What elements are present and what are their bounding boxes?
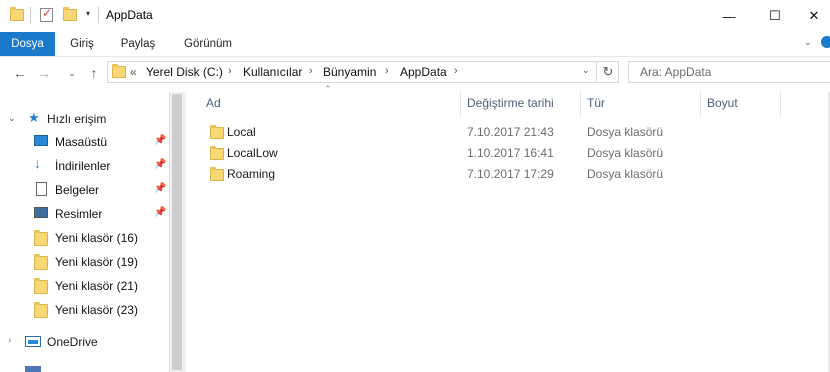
forward-button[interactable]: → [34,63,54,83]
table-row[interactable]: Local 7.10.2017 21:43 Dosya klasörü [200,121,720,142]
documents-icon [36,182,47,196]
up-button[interactable]: ↑ [84,63,104,83]
breadcrumb-users[interactable]: Kullanıcılar [243,65,302,79]
column-divider[interactable] [460,92,461,116]
file-type: Dosya klasörü [587,167,664,181]
nav-label: Masaüstü [55,135,108,149]
pictures-icon [34,207,48,218]
pin-icon[interactable]: 📌 [154,207,166,218]
nav-item-folder-16[interactable]: Yeni klasör (16) [0,226,170,250]
column-divider[interactable] [580,92,581,116]
folder-icon [34,230,48,246]
customize-qa-chevron-icon[interactable]: ▾ [86,9,90,18]
help-icon[interactable] [821,36,830,48]
file-modified: 1.10.2017 16:41 [467,146,554,160]
minimize-button[interactable]: — [706,0,752,32]
tab-home[interactable]: Giriş [62,32,102,56]
desktop-icon [34,135,48,146]
nav-item-pictures[interactable]: Resimler 📌 [0,202,170,226]
file-name: LocalLow [227,146,278,160]
folder-icon [210,146,224,160]
folder-icon [34,302,48,318]
table-row[interactable]: Roaming 7.10.2017 17:29 Dosya klasörü [200,163,720,184]
close-button[interactable]: ✕ [798,0,830,32]
sort-ascending-icon: ⌃ [324,84,332,94]
window-title: AppData [106,8,153,22]
maximize-button[interactable]: ☐ [752,0,798,32]
qa-divider [30,7,31,23]
properties-icon[interactable]: ✓ [40,6,53,22]
nav-label: İndirilenler [55,159,111,173]
nav-label: Yeni klasör (16) [55,231,138,245]
nav-label: Yeni klasör (23) [55,303,138,317]
nav-item-folder-21[interactable]: Yeni klasör (21) [0,274,170,298]
file-type: Dosya klasörü [587,125,664,139]
downloads-icon: ↓ [34,155,41,171]
pin-icon[interactable]: 📌 [154,135,166,146]
quick-access-label[interactable]: Hızlı erişim [47,112,106,126]
address-folder-icon [112,64,126,78]
nav-item-folder-23[interactable]: Yeni klasör (23) [0,298,170,322]
column-divider[interactable] [780,92,781,116]
nav-item-downloads[interactable]: ↓ İndirilenler 📌 [0,154,170,178]
search-placeholder[interactable]: Ara: AppData [640,65,711,79]
folder-icon [34,278,48,294]
tab-view[interactable]: Görünüm [176,32,240,56]
nav-label: Belgeler [55,183,100,197]
nav-label: Yeni klasör (19) [55,255,138,269]
quick-access-expand-chevron-icon[interactable]: ⌄ [8,113,16,124]
address-dropdown-chevron-icon[interactable]: ⌄ [582,65,590,76]
pin-icon[interactable]: 📌 [154,159,166,170]
folder-icon [210,167,224,181]
chevron-right-icon[interactable]: › [454,65,458,77]
navpane-scrollbar-thumb[interactable] [172,94,182,370]
column-divider[interactable] [700,92,701,116]
tab-file[interactable]: Dosya [0,32,55,56]
column-size[interactable]: Boyut [707,92,738,118]
onedrive-label[interactable]: OneDrive [47,335,98,349]
refresh-icon[interactable]: ↻ [596,62,619,82]
pin-icon[interactable]: 📌 [154,183,166,194]
file-name: Local [227,125,256,139]
new-folder-icon[interactable] [63,7,77,21]
chevron-right-icon[interactable]: › [309,65,313,77]
file-modified: 7.10.2017 17:29 [467,167,554,181]
column-name[interactable]: Ad [206,92,221,118]
onedrive-icon [25,336,41,347]
nav-label: Yeni klasör (21) [55,279,138,293]
breadcrumb-appdata[interactable]: AppData [400,65,447,79]
breadcrumb-local-disk[interactable]: Yerel Disk (C:) [146,65,223,79]
file-type: Dosya klasörü [587,146,664,160]
chevron-right-icon[interactable]: › [228,65,232,77]
file-name: Roaming [227,167,276,181]
nav-item-documents[interactable]: Belgeler 📌 [0,178,170,202]
nav-label: Resimler [55,207,103,221]
nav-item-folder-19[interactable]: Yeni klasör (19) [0,250,170,274]
folder-icon [34,254,48,270]
column-modified[interactable]: Değiştirme tarihi [467,92,554,118]
folder-icon [210,125,224,139]
folder-icon [10,7,24,21]
breadcrumb-user[interactable]: Bünyamin [323,65,376,79]
title-divider [98,7,99,23]
onedrive-expand-chevron-icon[interactable]: › [8,335,11,346]
nav-item-desktop[interactable]: Masaüstü 📌 [0,130,170,154]
expand-ribbon-chevron-icon[interactable]: ⌄ [804,37,812,48]
star-icon: ★ [28,110,40,125]
file-modified: 7.10.2017 21:43 [467,125,554,139]
column-type[interactable]: Tür [587,92,605,118]
recent-locations-chevron-icon[interactable]: ⌄ [62,63,82,83]
back-button[interactable]: ← [10,63,30,83]
chevron-right-icon[interactable]: › [385,65,389,77]
table-row[interactable]: LocalLow 1.10.2017 16:41 Dosya klasörü [200,142,720,163]
tab-share[interactable]: Paylaş [112,32,164,56]
computer-icon [25,366,41,372]
address-overflow[interactable]: « [130,65,137,79]
